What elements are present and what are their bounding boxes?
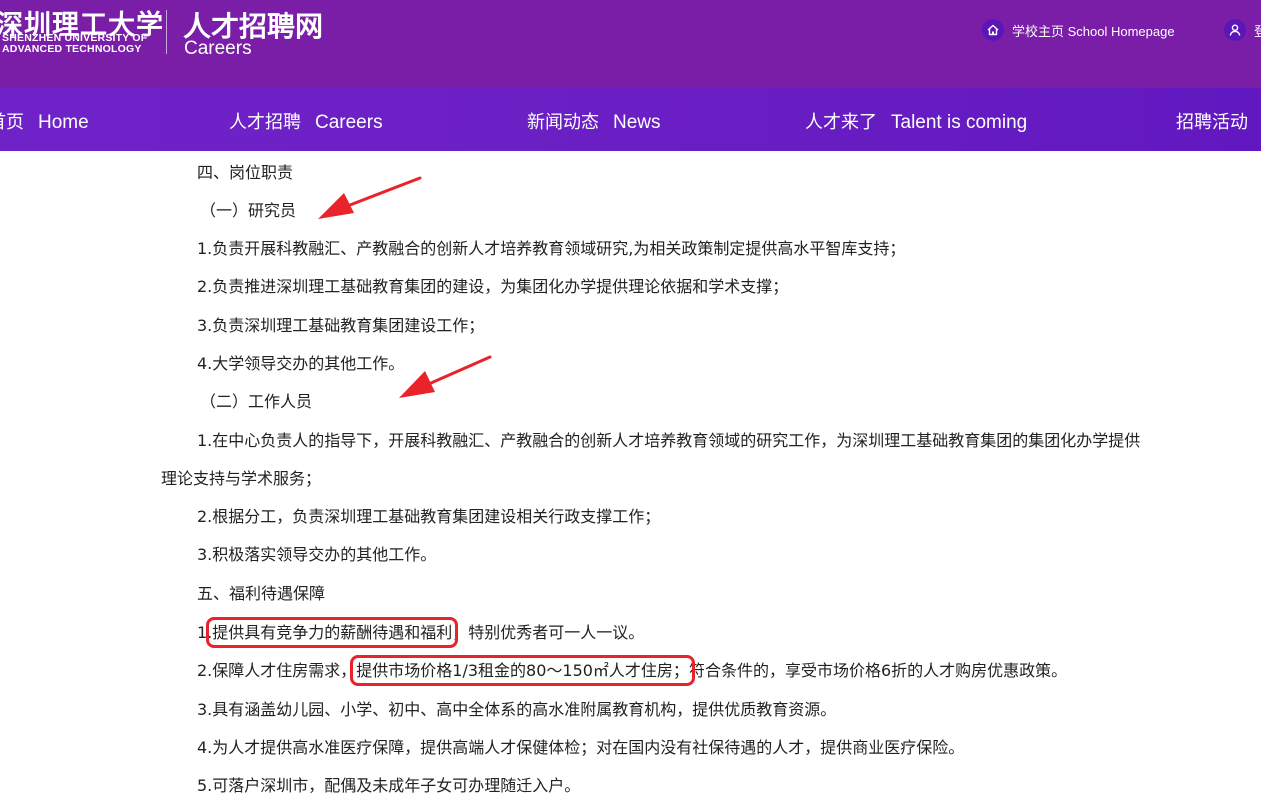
user-icon	[1224, 19, 1246, 41]
list-item: 3.负责深圳理工基础教育集团建设工作；	[197, 316, 485, 335]
home-icon	[982, 19, 1004, 41]
top-header: 深圳理工大学 SHENZHEN UNIVERSITY OF ADVANCED T…	[0, 0, 1261, 88]
university-logo-english-line2: ADVANCED TECHNOLOGY	[2, 43, 142, 55]
list-item: 1.在中心负责人的指导下，开展科教融汇、产教融合的创新人才培养教育领域的研究工作…	[197, 431, 1141, 450]
site-subtitle: Careers	[184, 38, 252, 59]
list-item: 3.具有涵盖幼儿园、小学、初中、高中全体系的高水准附属教育机构，提供优质教育资源…	[197, 700, 837, 719]
nav-item-recruitment-events-cn: 招聘活动	[1176, 112, 1248, 133]
nav-item-careers-en: Careers	[315, 112, 383, 133]
sub-heading-researcher: （一）研究员	[200, 201, 297, 220]
nav-item-news-cn: 新闻动态	[527, 112, 599, 133]
sub-heading-staff: （二）工作人员	[200, 392, 313, 411]
highlight-box-housing: 提供市场价格1/3租金的80～150㎡人才住房；	[350, 655, 695, 686]
nav-item-recruitment-events[interactable]: 招聘活动	[1176, 108, 1248, 134]
list-item: 4.大学领导交办的其他工作。	[197, 354, 405, 373]
login-link[interactable]: 登	[1224, 18, 1261, 42]
section-heading-benefits: 五、福利待遇保障	[197, 584, 326, 603]
nav-item-home-en: Home	[38, 112, 89, 133]
nav-item-home-cn: 首页	[0, 112, 24, 133]
benefit-suffix: ，特别优秀者可一人一议。	[452, 623, 645, 642]
benefit-suffix: 符合条件的，享受市场价格6折的人才购房优惠政策。	[688, 661, 1068, 680]
list-item: 4.为人才提供高水准医疗保障，提供高端人才保健体检；对在国内没有社保待遇的人才，…	[197, 738, 965, 757]
nav-item-talent-en: Talent is coming	[891, 112, 1028, 133]
nav-item-careers[interactable]: 人才招聘 Careers	[229, 108, 383, 134]
page: 深圳理工大学 SHENZHEN UNIVERSITY OF ADVANCED T…	[0, 0, 1261, 805]
nav-item-careers-cn: 人才招聘	[229, 112, 301, 133]
school-homepage-link[interactable]: 学校主页 School Homepage	[982, 18, 1175, 42]
highlight-box-salary: 提供具有竞争力的薪酬待遇和福利	[206, 617, 459, 648]
logo-divider	[166, 10, 167, 54]
benefit-item-housing: 2.保障人才住房需求，提供市场价格1/3租金的80～150㎡人才住房；符合条件的…	[197, 655, 1068, 686]
annotation-arrow-researcher	[318, 176, 422, 219]
list-item: 5.可落户深圳市，配偶及未成年子女可办理随迁入户。	[197, 776, 581, 795]
list-item: 2.负责推进深圳理工基础教育集团的建设，为集团化办学提供理论依据和学术支撑；	[197, 277, 789, 296]
benefit-item-salary: 1.提供具有竞争力的薪酬待遇和福利，特别优秀者可一人一议。	[197, 617, 645, 648]
nav-item-news[interactable]: 新闻动态 News	[527, 108, 661, 134]
school-homepage-label: 学校主页 School Homepage	[1012, 23, 1175, 39]
list-item: 1.负责开展科教融汇、产教融合的创新人才培养教育领域研究,为相关政策制定提供高水…	[197, 239, 906, 258]
main-nav: 首页 Home 人才招聘 Careers 新闻动态 News 人才来了 Talent i…	[0, 88, 1261, 151]
list-item: 3.积极落实领导交办的其他工作。	[197, 545, 437, 564]
nav-item-talent-cn: 人才来了	[805, 112, 877, 133]
list-item-continued: 理论支持与学术服务；	[161, 469, 322, 488]
list-item: 2.根据分工，负责深圳理工基础教育集团建设相关行政支撑工作；	[197, 507, 661, 526]
login-label: 登	[1254, 24, 1261, 40]
nav-item-news-en: News	[613, 112, 661, 133]
article-content: 四、岗位职责 （一）研究员 1.负责开展科教融汇、产教融合的创新人才培养教育领域…	[0, 151, 1261, 805]
nav-item-home[interactable]: 首页 Home	[0, 108, 89, 134]
annotation-arrow-staff	[399, 355, 492, 398]
nav-item-talent[interactable]: 人才来了 Talent is coming	[805, 108, 1027, 134]
section-heading-duties: 四、岗位职责	[197, 163, 294, 182]
benefit-prefix: 1.	[197, 623, 213, 642]
benefit-prefix: 2.保障人才住房需求，	[197, 661, 357, 680]
